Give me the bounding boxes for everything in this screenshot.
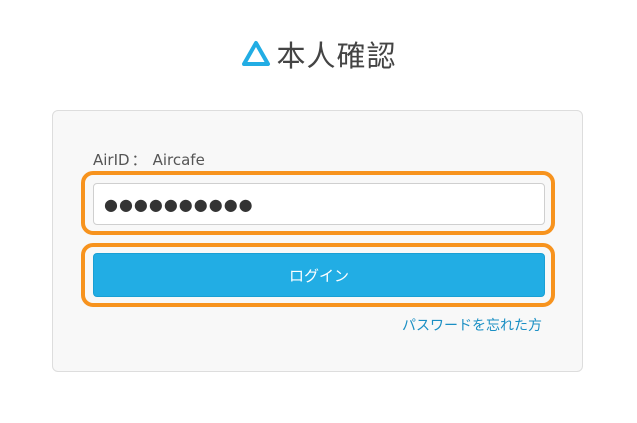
page-title: 本人確認 [276,39,397,73]
forgot-password-link[interactable]: パスワードを忘れた方 [402,315,542,335]
airid-value: Aircafe [152,151,205,169]
page-header: 本人確認 [0,34,637,74]
airregi-triangle-icon [240,38,272,70]
airid-display: AirID： Aircafe [93,149,205,170]
login-card: AirID： Aircafe ログイン パスワードを忘れた方 [52,110,583,372]
airid-separator: ： [131,151,147,169]
password-input[interactable] [93,183,545,225]
login-page: 本人確認 AirID： Aircafe ログイン パスワードを忘れた方 [0,0,637,423]
login-button[interactable]: ログイン [93,253,545,297]
airid-label: AirID [93,151,130,169]
